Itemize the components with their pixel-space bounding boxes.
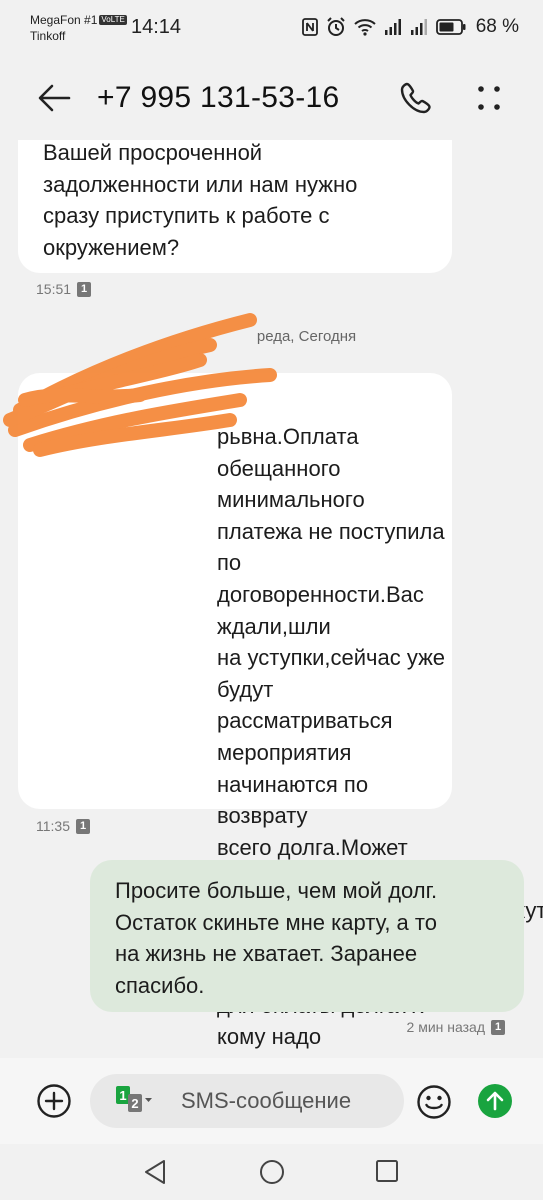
incoming-message-bubble[interactable]: рьвна.Оплата обещанного минимального пла…: [18, 373, 543, 1049]
nav-home-icon[interactable]: [259, 1159, 285, 1185]
carrier-info: MegaFon #1 VoLTE Tinkoff: [30, 12, 127, 44]
carrier-primary: MegaFon #1: [30, 13, 98, 27]
sim-badge: 1: [76, 818, 90, 834]
message-thread[interactable]: Вашей просроченной задолженности или нам…: [0, 140, 543, 1055]
sim-badge: 1: [77, 281, 92, 297]
nfc-icon: [301, 18, 318, 36]
sim-switch-icon[interactable]: 1 2: [116, 1086, 152, 1116]
message-placeholder: SMS-сообщение: [181, 1088, 352, 1113]
sim-secondary-number: 2: [131, 1096, 138, 1111]
conversation-header: +7 995 131-53-16: [0, 50, 543, 140]
back-arrow-icon[interactable]: [36, 80, 72, 116]
status-bar: MegaFon #1 VoLTE Tinkoff 14:14 68 %: [0, 0, 543, 50]
outgoing-message-bubble[interactable]: Просите больше, чем мой долг. Остаток ск…: [90, 860, 524, 1012]
message-input[interactable]: 1 2 SMS-сообщение: [90, 1074, 404, 1128]
sim-primary-number: 1: [119, 1088, 126, 1103]
send-icon: [486, 1091, 504, 1111]
emoji-icon[interactable]: [416, 1084, 452, 1120]
date-separator: реда, Сегодня: [256, 328, 357, 345]
nav-recent-icon[interactable]: [375, 1159, 399, 1183]
send-button[interactable]: [478, 1084, 512, 1118]
phone-icon[interactable]: [398, 80, 434, 116]
system-icons: 68 %: [301, 15, 519, 39]
status-time: 14:14: [131, 16, 182, 38]
battery-icon: [435, 19, 466, 35]
message-text: Просите больше, чем мой долг. Остаток ск…: [115, 878, 438, 998]
message-meta: 15:51 1: [36, 281, 92, 297]
system-navigation-bar: [0, 1144, 543, 1200]
battery-percent: 68 %: [475, 16, 519, 37]
message-time: 2 мин назад: [406, 1019, 485, 1035]
add-circle-icon[interactable]: [36, 1083, 72, 1119]
signal-2-icon: [410, 19, 427, 35]
incoming-message-bubble[interactable]: Вашей просроченной задолженности или нам…: [18, 140, 452, 273]
more-vertical-icon[interactable]: [474, 82, 504, 114]
sim-badge: 1: [491, 1019, 505, 1035]
volte-badge: VoLTE: [99, 15, 127, 25]
nav-back-icon[interactable]: [143, 1159, 167, 1185]
message-meta: 2 мин назад 1: [407, 1019, 505, 1035]
alarm-icon: [326, 17, 345, 36]
signal-1-icon: [384, 19, 401, 35]
message-text: Вашей просроченной задолженности или нам…: [43, 140, 358, 260]
wifi-icon: [354, 19, 376, 36]
carrier-secondary: Tinkoff: [30, 29, 66, 43]
message-meta: 11:35 1: [36, 818, 90, 834]
message-time: 11:35: [36, 818, 70, 834]
message-time: 15:51: [36, 281, 72, 297]
composer-bar: 1 2 SMS-сообщение: [0, 1058, 543, 1144]
contact-number: +7 995 131-53-16: [97, 81, 340, 114]
